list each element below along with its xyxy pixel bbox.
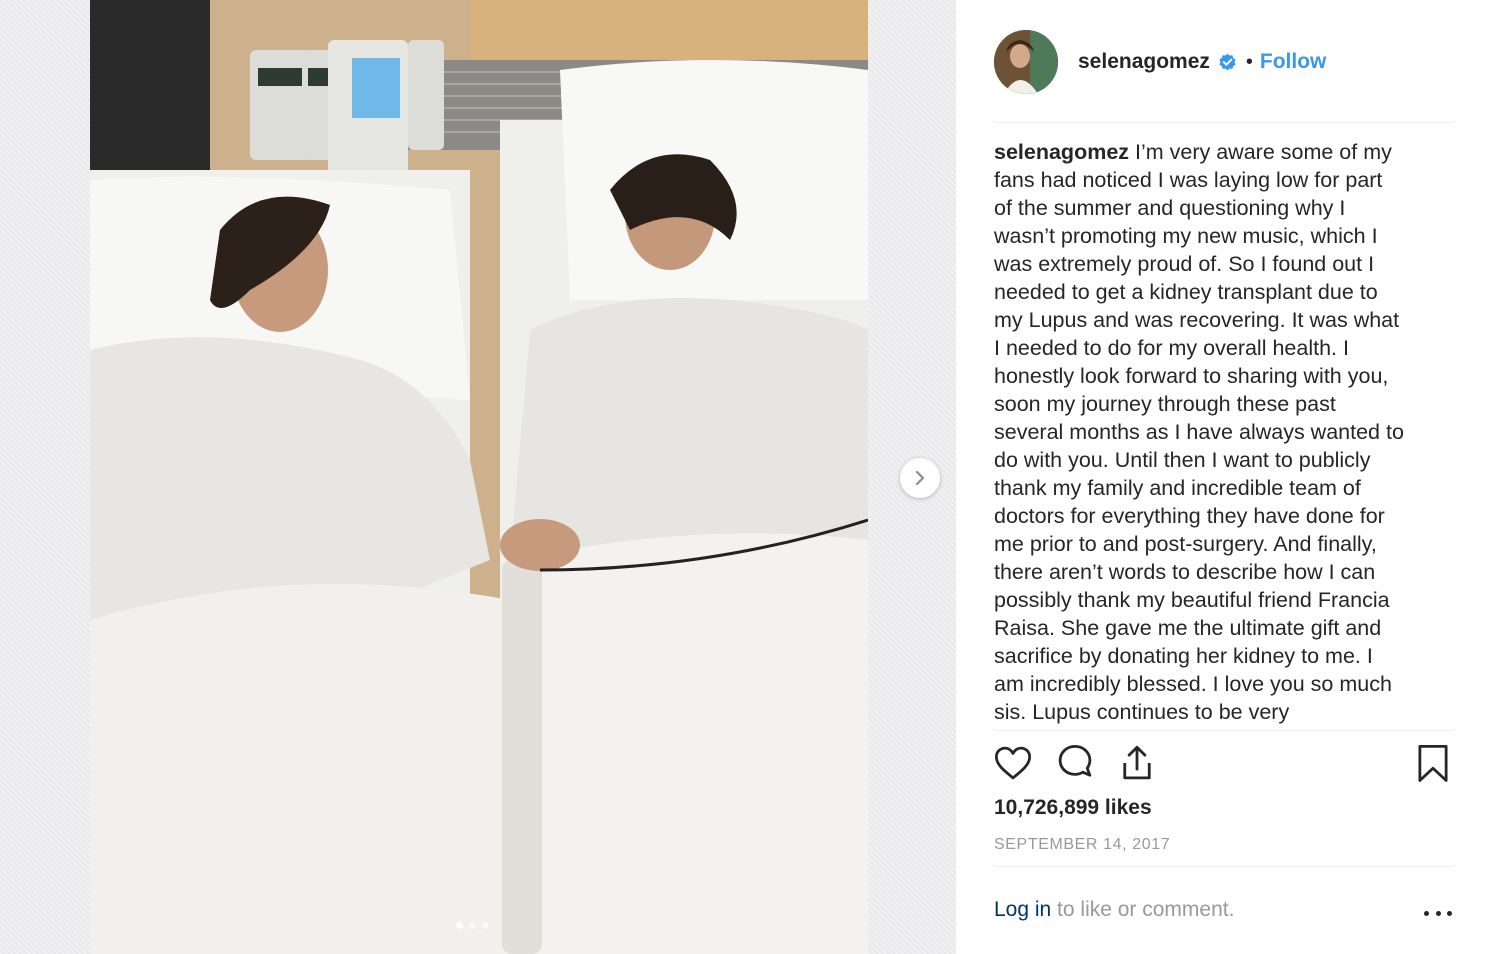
- more-options-icon: [1424, 910, 1429, 916]
- caption-line: of the summer and questioning why I: [994, 196, 1346, 220]
- post-details-panel: selenagomez • Follow selenagomez I’m ver…: [956, 0, 1490, 954]
- login-link[interactable]: Log in: [994, 898, 1051, 921]
- caption-line: possibly thank my beautiful friend Franc…: [994, 588, 1390, 612]
- caption-author[interactable]: selenagomez: [994, 140, 1129, 164]
- post-caption: selenagomez I’m very aware some of my fa…: [994, 138, 1454, 726]
- caption-line: was extremely proud of. So I found out I: [994, 252, 1375, 276]
- backdrop-left: [0, 0, 90, 954]
- caption-line: needed to get a kidney transplant due to: [994, 280, 1378, 304]
- bookmark-icon: [1418, 744, 1448, 782]
- more-options-icon: [1435, 910, 1441, 916]
- login-prompt: Log in to like or comment.: [994, 898, 1454, 922]
- follow-button[interactable]: Follow: [1260, 50, 1327, 74]
- caption-line: sacrifice by donating her kidney to me. …: [994, 644, 1373, 668]
- footer-divider: [994, 866, 1454, 867]
- post-photo-illustration: [90, 0, 868, 954]
- next-slide-button[interactable]: [900, 458, 940, 498]
- avatar-image: [994, 30, 1058, 94]
- caption-line: my Lupus and was recovering. It was what: [994, 308, 1400, 332]
- caption-line: do with you. Until then I want to public…: [994, 448, 1371, 472]
- caption-line: there aren’t words to describe how I can: [994, 560, 1376, 584]
- chevron-right-icon: [915, 471, 925, 485]
- avatar[interactable]: [994, 30, 1058, 94]
- caption-line: I needed to do for my overall health. I: [994, 336, 1349, 360]
- carousel-dot-2: [469, 922, 476, 929]
- caption-line: Raisa. She gave me the ultimate gift and: [994, 616, 1382, 640]
- caption-line: thank my family and incredible team of: [994, 476, 1361, 500]
- caption-line: soon my journey through these past: [994, 392, 1336, 416]
- header-separator: •: [1245, 50, 1253, 73]
- heart-icon: [994, 746, 1032, 780]
- carousel-dot-3: [482, 922, 489, 929]
- username[interactable]: selenagomez: [1078, 50, 1210, 74]
- more-options-button[interactable]: [1424, 904, 1452, 922]
- verified-badge-icon: [1218, 53, 1237, 72]
- header-divider: [994, 122, 1454, 123]
- caption-line: selenagomez I’m very aware some of my: [994, 138, 1454, 166]
- caption-text: I’m very aware some of my: [1129, 140, 1392, 164]
- caption-line: me prior to and post-surgery. And finall…: [994, 532, 1377, 556]
- action-bar: [992, 742, 1456, 786]
- caption-line: wasn’t promoting my new music, which I: [994, 224, 1378, 248]
- caption-divider: [994, 730, 1454, 731]
- like-button[interactable]: [992, 742, 1036, 786]
- post-header: selenagomez • Follow: [994, 30, 1454, 94]
- caption-line: doctors for everything they have done fo…: [994, 504, 1385, 528]
- carousel-indicator: [456, 922, 489, 929]
- caption-line: fans had noticed I was laying low for pa…: [994, 168, 1383, 192]
- save-button[interactable]: [1412, 742, 1456, 786]
- share-button[interactable]: [1116, 742, 1160, 786]
- caption-line: several months as I have always wanted t…: [994, 420, 1404, 444]
- caption-line: sis. Lupus continues to be very: [994, 700, 1290, 724]
- caption-line: am incredibly blessed. I love you so muc…: [994, 672, 1392, 696]
- comment-icon: [1058, 744, 1092, 777]
- post-date: SEPTEMBER 14, 2017: [994, 836, 1171, 853]
- caption-line: honestly look forward to sharing with yo…: [994, 364, 1389, 388]
- more-options-icon: [1447, 910, 1452, 916]
- carousel-dot-1: [456, 922, 463, 929]
- share-icon: [1123, 745, 1151, 780]
- comment-button[interactable]: [1054, 742, 1098, 786]
- login-prompt-text: to like or comment.: [1051, 898, 1235, 921]
- like-count[interactable]: 10,726,899 likes: [994, 796, 1152, 820]
- post-photo[interactable]: [90, 0, 868, 954]
